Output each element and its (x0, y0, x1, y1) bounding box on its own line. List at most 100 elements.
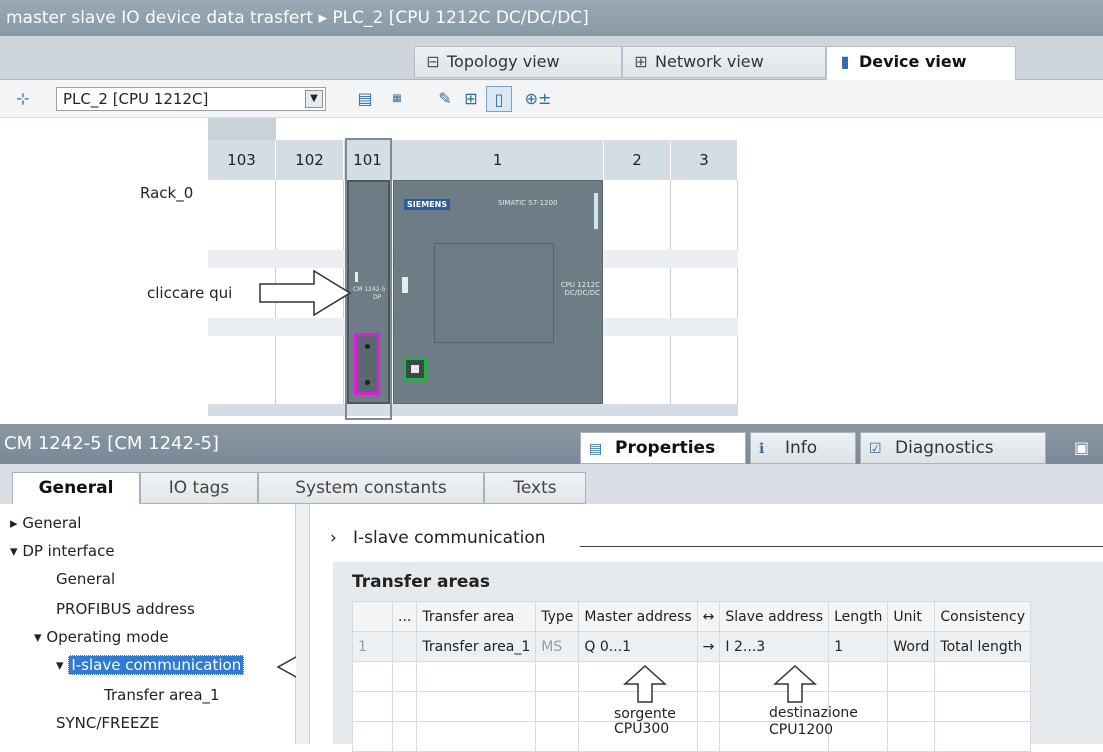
device-icon: ▮ (840, 52, 850, 71)
tab-info-label: Info (785, 438, 818, 458)
tab-device-label: Device view (859, 52, 967, 71)
rack-icon[interactable]: ▤ (352, 86, 378, 112)
tab-topology-view[interactable]: ⊟ Topology view (414, 46, 622, 78)
cpu-type-label: CPU 1212C DC/DC/DC (560, 281, 600, 297)
rack-handle (208, 118, 276, 140)
table-row-empty[interactable] (352, 721, 1032, 752)
tab-properties-label: Properties (615, 438, 716, 458)
up-arrow-annotation (623, 664, 667, 703)
connector-pin (365, 380, 370, 385)
tab-diagnostics[interactable]: ☑ Diagnostics (860, 432, 1046, 464)
port-socket (411, 365, 419, 373)
tree-item-profibus-address[interactable]: PROFIBUS address (56, 596, 195, 622)
device-tree-icon[interactable]: ⊹ (10, 86, 36, 112)
name-icon[interactable]: ▦ (384, 86, 410, 112)
cell-consistency[interactable]: Total length (934, 631, 1032, 662)
dp-connector-port[interactable] (354, 333, 380, 395)
row-dots (391, 631, 418, 662)
tab-general[interactable]: General (12, 472, 140, 505)
zoom-in-icon[interactable]: ⊕± (518, 86, 558, 112)
col-type[interactable]: Type (535, 601, 580, 632)
status-led-strip (594, 193, 598, 229)
tab-diagnostics-label: Diagnostics (895, 438, 994, 458)
pencil-icon[interactable]: ✎ (432, 86, 458, 112)
panel-icon[interactable]: ▯ (486, 86, 512, 112)
col-index (352, 601, 393, 632)
cell-master-address[interactable]: Q 0...1 (578, 631, 698, 662)
slot-2[interactable] (604, 180, 671, 408)
col-dots: ... (391, 601, 418, 632)
chevron-down-icon: ▾ (10, 542, 23, 560)
col-length[interactable]: Length (828, 601, 889, 632)
table-row[interactable]: 1 Transfer area_1 MS Q 0...1 → I 2...3 1… (352, 631, 1032, 662)
cell-direction-arrow[interactable]: → (696, 631, 721, 662)
cell-unit[interactable]: Word (887, 631, 936, 662)
tree-item-label: General (22, 514, 82, 532)
tree-item-islave-communication[interactable]: ▾ I-slave communication (56, 652, 245, 678)
annotation-destination-line1: destinazione (769, 705, 858, 721)
tab-system-constants[interactable]: System constants (258, 472, 484, 504)
cell-transfer-area[interactable]: Transfer area_1 (416, 631, 537, 662)
chevron-down-icon[interactable]: ▼ (305, 90, 323, 108)
topology-icon: ⊟ (426, 52, 440, 71)
col-transfer-area[interactable]: Transfer area (416, 601, 537, 632)
brand-label: SIEMENS (404, 199, 451, 210)
slot-3[interactable] (671, 180, 738, 408)
tab-properties[interactable]: ▤ Properties (580, 432, 746, 464)
grid-icon[interactable]: ⊞ (458, 86, 484, 112)
tree-item-label-selected: I-slave communication (68, 655, 245, 675)
cell-slave-address[interactable]: I 2...3 (719, 631, 830, 662)
tree-item-general[interactable]: ▸ General (10, 510, 81, 536)
col-consistency[interactable]: Consistency (934, 601, 1032, 632)
diagnostics-icon: ☑ (869, 441, 882, 457)
product-label: SIMATIC S7-1200 (498, 199, 558, 207)
rack-name: Rack_0 (140, 184, 194, 202)
section-divider (580, 546, 1103, 547)
tab-info[interactable]: ℹ Info (750, 432, 856, 464)
tree-item-label: Operating mode (46, 628, 169, 646)
annotation-destination: destinazione CPU1200 (769, 705, 858, 739)
tab-network-label: Network view (655, 52, 764, 71)
tree-item-sync-freeze[interactable]: SYNC/FREEZE (56, 710, 159, 736)
properties-icon: ▤ (589, 441, 603, 457)
transfer-areas-title: Transfer areas (352, 572, 491, 592)
cell-type[interactable]: MS (535, 631, 580, 662)
annotation-source: sorgente CPU300 (614, 707, 676, 737)
tab-io-tags[interactable]: IO tags (140, 472, 258, 504)
tree-item-dp-general[interactable]: General (56, 566, 115, 592)
rack-footer (208, 404, 738, 416)
tree-item-operating-mode[interactable]: ▾ Operating mode (34, 624, 169, 650)
device-selector-value: PLC_2 [CPU 1212C] (63, 90, 209, 108)
tree-scrollbar[interactable] (296, 504, 310, 744)
annotation-source-line1: sorgente (614, 706, 676, 722)
tab-topology-label: Topology view (447, 52, 560, 71)
chevron-down-icon: ▾ (34, 628, 47, 646)
tab-texts[interactable]: Texts (484, 472, 586, 504)
slot-header-1: 1 (392, 140, 604, 180)
tab-device-view[interactable]: ▮ Device view (826, 46, 1016, 80)
device-selector[interactable]: PLC_2 [CPU 1212C] ▼ (56, 87, 326, 111)
connector-pin (365, 344, 370, 349)
cpu-front-panel (434, 243, 554, 343)
table-row-empty[interactable] (352, 691, 1032, 722)
section-header-islave[interactable]: › I-slave communication (330, 528, 546, 548)
col-unit[interactable]: Unit (887, 601, 936, 632)
col-master-address[interactable]: Master address (578, 601, 698, 632)
ethernet-port[interactable] (403, 357, 427, 381)
up-arrow-annotation (773, 664, 817, 703)
slot-header-102: 102 (276, 140, 344, 180)
col-slave-address[interactable]: Slave address (719, 601, 830, 632)
tree-item-transfer-area[interactable]: Transfer area_1 (104, 682, 220, 708)
cell-length[interactable]: 1 (828, 631, 889, 662)
window-options-icon[interactable]: ▣ (1074, 434, 1098, 462)
tab-network-view[interactable]: ⊞ Network view (622, 46, 826, 78)
slot-header-3: 3 (671, 140, 738, 180)
col-swap-direction[interactable]: ↔ (696, 601, 721, 632)
chevron-down-icon: ▾ (56, 656, 69, 674)
tree-item-dp-interface[interactable]: ▾ DP interface (10, 538, 115, 564)
table-row-empty[interactable] (352, 661, 1032, 692)
annotation-click-here: cliccare qui (147, 284, 233, 302)
chevron-right-icon: ▸ (10, 514, 23, 532)
annotation-destination-line2: CPU1200 (769, 722, 834, 738)
project-breadcrumb-title: master slave IO device data trasfert ▸ P… (0, 0, 1103, 36)
